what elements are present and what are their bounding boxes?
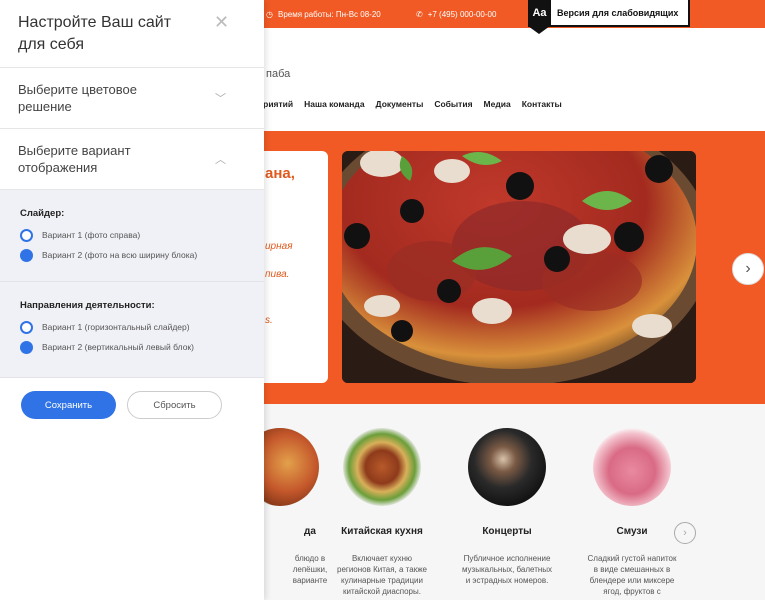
- nav-item-media[interactable]: Медиа: [484, 99, 511, 109]
- activity-description: Публичное исполнение музыкальных, балетн…: [461, 554, 553, 585]
- nav-item-events[interactable]: События: [434, 99, 472, 109]
- activity-photo: [593, 428, 671, 506]
- slider-option-1-label: Вариант 1 (фото справа): [42, 230, 141, 240]
- activity-group: Направления деятельности: Вариант 1 (гор…: [0, 282, 264, 377]
- save-button[interactable]: Сохранить: [21, 391, 116, 419]
- radio-selected-icon: [20, 320, 33, 334]
- activity-option-2-label: Вариант 2 (вертикальный левый блок): [42, 342, 194, 352]
- hero-slider: ана, ирная пива. s. ›: [264, 131, 765, 404]
- chevron-right-icon: ›: [683, 527, 687, 539]
- reset-button[interactable]: Сбросить: [127, 391, 222, 419]
- close-icon[interactable]: ✕: [214, 12, 229, 33]
- radio-icon: [20, 248, 33, 262]
- activity-card-chinese[interactable]: Китайская кухня Включает кухню регионов …: [322, 428, 442, 597]
- slider-option-2[interactable]: Вариант 2 (фото на всю ширину блока): [20, 245, 264, 265]
- activity-option-2[interactable]: Вариант 2 (вертикальный левый блок): [20, 337, 264, 357]
- pizza-photo: [342, 151, 696, 383]
- activities-section: да блюдо в лепёшки, варианте Китайская к…: [241, 404, 765, 600]
- activity-card-smoothie[interactable]: Смузи Сладкий густой напиток в виде смеш…: [572, 428, 692, 597]
- phone[interactable]: ✆ +7 (495) 000-00-00: [416, 10, 496, 19]
- slider-option-2-label: Вариант 2 (фото на всю ширину блока): [42, 250, 198, 260]
- display-options: Слайдер: Вариант 1 (фото справа) Вариант…: [0, 190, 264, 378]
- activity-card-concerts[interactable]: Концерты Публичное исполнение музыкальны…: [447, 428, 567, 586]
- hero-title: ана,: [265, 165, 295, 182]
- clock-icon: ◷: [266, 10, 273, 19]
- activity-photo: [343, 428, 421, 506]
- nav-item-documents[interactable]: Документы: [376, 99, 424, 109]
- activity-group-title: Направления деятельности:: [20, 300, 155, 311]
- slider-group: Слайдер: Вариант 1 (фото справа) Вариант…: [0, 190, 264, 282]
- activity-description: Включает кухню регионов Китая, а также к…: [337, 554, 427, 596]
- panel-title: Настройте Ваш сайт для себя: [18, 14, 172, 53]
- display-variant-title: Выберите вариант отображения: [18, 143, 131, 175]
- activity-option-1[interactable]: Вариант 1 (горизонтальный слайдер): [20, 317, 264, 337]
- hero-text-3: s.: [265, 315, 273, 326]
- nav-item-contacts[interactable]: Контакты: [522, 99, 562, 109]
- radio-icon: [20, 340, 33, 354]
- slider-next-button[interactable]: ›: [732, 253, 764, 285]
- activity-title: Концерты: [482, 526, 532, 537]
- site-brand[interactable]: паба: [266, 68, 290, 80]
- panel-header: Настройте Ваш сайт для себя ✕: [0, 0, 264, 68]
- working-hours: ◷ Время работы: Пн-Вс 08-20: [266, 10, 381, 19]
- font-size-icon: Aa: [528, 0, 551, 34]
- hero-text-card: ана, ирная пива. s.: [264, 151, 328, 383]
- accessibility-version-button[interactable]: Aa Версия для слабовидящих: [528, 0, 690, 34]
- nav-item-team[interactable]: Наша команда: [304, 99, 364, 109]
- activity-title: Китайская кухня: [341, 526, 423, 537]
- chevron-right-icon: ›: [745, 260, 751, 277]
- radio-selected-icon: [20, 228, 33, 242]
- main-nav: приятий Наша команда Документы События М…: [258, 99, 562, 109]
- slider-option-1[interactable]: Вариант 1 (фото справа): [20, 225, 264, 245]
- color-scheme-accordion[interactable]: Выберите цветовое решение ﹀: [0, 68, 264, 129]
- hero-text-line1: ирная: [265, 241, 293, 252]
- color-scheme-title: Выберите цветовое решение: [18, 82, 137, 114]
- accessibility-version-label: Версия для слабовидящих: [557, 7, 679, 18]
- chevron-up-icon: ︿: [215, 154, 226, 166]
- hero-text-2: пива.: [265, 269, 290, 280]
- working-hours-text: Время работы: Пн-Вс 08-20: [277, 10, 381, 19]
- site-settings-panel: Настройте Ваш сайт для себя ✕ Выберите ц…: [0, 0, 264, 600]
- activity-option-1-label: Вариант 1 (горизонтальный слайдер): [42, 322, 190, 332]
- slider-group-title: Слайдер:: [20, 208, 65, 219]
- chevron-down-icon: ﹀: [215, 93, 226, 105]
- display-variant-accordion[interactable]: Выберите вариант отображения ︿: [0, 129, 264, 190]
- panel-actions: Сохранить Сбросить: [21, 391, 222, 419]
- hero-text: ирная: [265, 241, 293, 252]
- phone-icon: ✆: [416, 10, 423, 19]
- activity-description: Сладкий густой напиток в виде смешанных …: [587, 554, 677, 596]
- activities-next-button[interactable]: ›: [674, 522, 696, 544]
- activity-photo: [468, 428, 546, 506]
- phone-text: +7 (495) 000-00-00: [427, 10, 497, 19]
